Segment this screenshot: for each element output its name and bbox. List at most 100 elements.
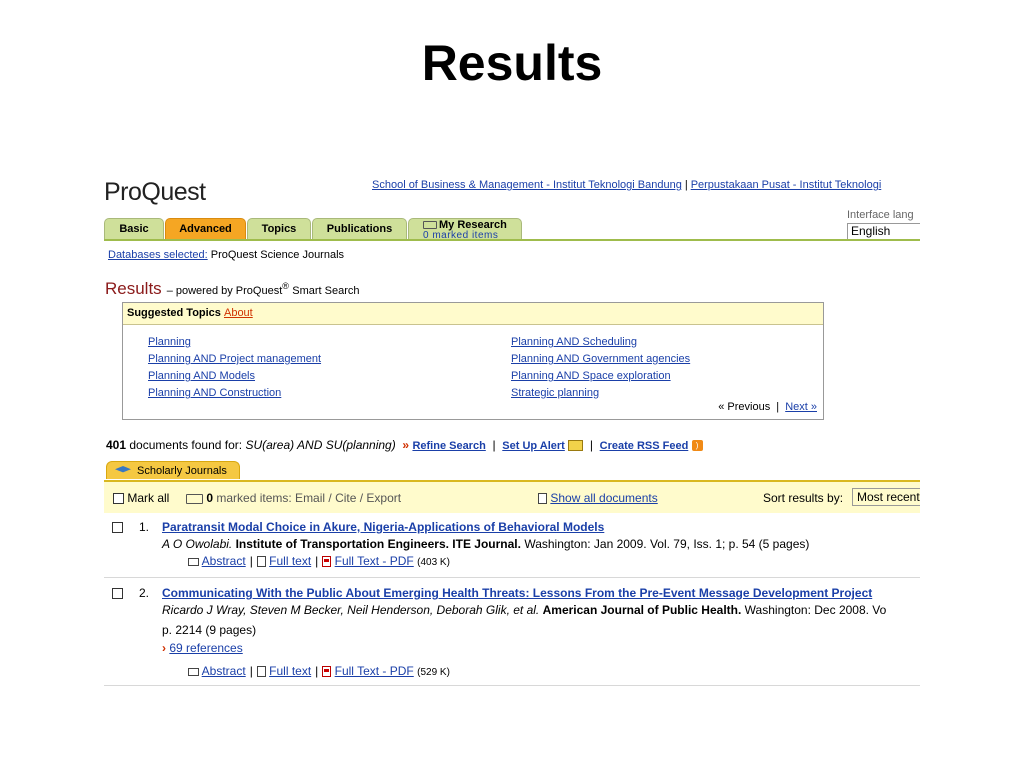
pager-separator: | [776, 401, 780, 413]
full-text-pdf-link[interactable]: Full Text - PDF [335, 554, 414, 568]
set-up-alert-link[interactable]: Set Up Alert [502, 440, 565, 452]
show-all-documents-link[interactable]: Show all documents [550, 491, 657, 505]
slide-title: Results [421, 35, 603, 91]
source-tab-label: Scholarly Journals [137, 465, 227, 477]
references-link[interactable]: 69 references [169, 641, 242, 655]
smart-search-label: Smart Search [292, 285, 360, 297]
previous-label: « Previous [718, 401, 771, 413]
refine-arrow-icon: » [402, 438, 410, 452]
result-number: 1. [139, 520, 150, 534]
databases-selected-value: ProQuest Science Journals [210, 249, 345, 261]
mark-all-label: Mark all [127, 491, 170, 505]
mark-all-checkbox[interactable] [113, 493, 124, 505]
suggested-topic-link[interactable]: Strategic planning [511, 385, 690, 402]
document-icon [538, 493, 547, 505]
result-number: 2. [139, 586, 150, 600]
result-title-link[interactable]: Paratransit Modal Choice in Akure, Niger… [162, 519, 920, 536]
suggested-topic-link[interactable]: Planning AND Scheduling [511, 334, 690, 351]
suggested-topic-link[interactable]: Planning AND Construction [148, 385, 321, 402]
full-text-icon [256, 556, 266, 568]
result-divider [104, 685, 920, 686]
folder-icon [186, 493, 203, 504]
suggested-topic-link[interactable]: Planning AND Government agencies [511, 351, 690, 368]
marked-items-export: 0 marked items: Email / Cite / Export [186, 491, 401, 505]
suggested-topics-right: Planning AND Scheduling Planning AND Gov… [511, 334, 690, 402]
graduation-cap-icon [115, 466, 131, 473]
summary-separator: | [492, 438, 496, 452]
result-checkbox[interactable] [112, 522, 123, 533]
results-toolbar: Mark all 0 marked items: Email / Cite / … [104, 480, 920, 513]
result-body: Paratransit Modal Choice in Akure, Niger… [162, 519, 920, 571]
suggested-topic-link[interactable]: Planning [148, 334, 321, 351]
mark-all: Mark all [113, 491, 169, 505]
result-details: Washington: Dec 2008. Vo [744, 603, 887, 617]
proquest-screenshot: ProQuest School of Business & Management… [104, 175, 920, 690]
language-select[interactable]: English [847, 223, 920, 240]
result-journal: American Journal of Public Health. [542, 603, 742, 617]
result-format-links: Abstract | Full text | Full Text - PDF (40… [162, 553, 920, 571]
suggested-topic-link[interactable]: Planning AND Project management [148, 351, 321, 368]
pdf-icon [322, 556, 332, 568]
result-2-extra: p. 2214 (9 pages) › 69 references Abstra… [162, 622, 450, 681]
tab-topics[interactable]: Topics [247, 218, 311, 239]
pdf-size: (403 K) [417, 557, 450, 568]
result-format-links: Abstract | Full text | Full Text - PDF (52… [162, 663, 450, 681]
suggested-topics-left: Planning Planning AND Project management… [148, 334, 321, 402]
folder-icon [423, 221, 437, 230]
proquest-logo: ProQuest [104, 178, 206, 206]
abstract-icon [188, 557, 199, 566]
institution-link-sbm[interactable]: School of Business & Management - Instit… [372, 179, 682, 191]
result-title-link[interactable]: Communicating With the Public About Emer… [162, 585, 920, 602]
tab-underline [104, 239, 920, 241]
databases-selected-link[interactable]: Databases selected: [108, 249, 208, 261]
next-link[interactable]: Next » [785, 401, 817, 413]
tab-my-research[interactable]: My Research 0 marked items [408, 218, 522, 241]
marked-count: 0 [206, 491, 214, 505]
result-details: Washington: Jan 2009. Vol. 79, Iss. 1; p… [524, 537, 810, 551]
result-item-1: 1. Paratransit Modal Choice in Akure, Ni… [104, 519, 920, 573]
suggested-topics-box: Suggested Topics About Planning Planning… [122, 302, 824, 420]
refine-search-link[interactable]: Refine Search [412, 440, 485, 452]
suggested-topic-link[interactable]: Planning AND Models [148, 368, 321, 385]
result-author: Ricardo J Wray, Steven M Becker, Neil He… [162, 603, 540, 617]
powered-by: – powered by ProQuest [166, 285, 283, 297]
found-text: documents found for: [129, 438, 243, 452]
result-checkbox[interactable] [112, 588, 123, 599]
suggested-topic-link[interactable]: Planning AND Space exploration [511, 368, 690, 385]
suggested-topics-header: Suggested Topics About [123, 303, 823, 325]
search-query: SU(area) AND SU(planning) [245, 438, 396, 452]
tab-basic[interactable]: Basic [104, 218, 164, 239]
institution-links: School of Business & Management - Instit… [372, 179, 881, 191]
full-text-pdf-link[interactable]: Full Text - PDF [335, 664, 414, 678]
result-body: Communicating With the Public About Emer… [162, 585, 920, 619]
interface-language-label: Interface lang [847, 209, 914, 221]
full-text-icon [256, 666, 266, 678]
result-citation: Ricardo J Wray, Steven M Becker, Neil He… [162, 602, 920, 619]
result-journal: Institute of Transportation Engineers. I… [235, 537, 521, 551]
result-citation: A O Owolabi. Institute of Transportation… [162, 536, 920, 553]
full-text-link[interactable]: Full text [269, 554, 311, 568]
show-all-documents: Show all documents [538, 491, 658, 505]
about-link[interactable]: About [224, 307, 253, 319]
registered-mark: ® [282, 281, 289, 291]
pdf-icon [322, 666, 332, 678]
sort-label: Sort results by: [763, 491, 844, 505]
abstract-link[interactable]: Abstract [202, 554, 246, 568]
result-details-continued: p. 2214 (9 pages) [162, 623, 257, 637]
tab-publications[interactable]: Publications [312, 218, 407, 239]
source-tab-scholarly-journals[interactable]: Scholarly Journals [106, 461, 240, 479]
marked-items-text[interactable]: marked items: Email / Cite / Export [216, 491, 401, 505]
results-heading: Results – powered by ProQuest® Smart Sear… [105, 279, 360, 299]
abstract-link[interactable]: Abstract [202, 664, 246, 678]
institution-link-library[interactable]: Perpustakaan Pusat - Institut Teknologi [691, 179, 882, 191]
abstract-icon [188, 667, 199, 676]
results-heading-title: Results [105, 279, 162, 298]
summary-separator: | [589, 438, 593, 452]
full-text-link[interactable]: Full text [269, 664, 311, 678]
results-summary: 401 documents found for: SU(area) AND SU… [106, 438, 703, 452]
create-rss-feed-link[interactable]: Create RSS Feed [600, 440, 689, 452]
pdf-size: (529 K) [417, 667, 450, 678]
sort-select[interactable]: Most recent [852, 488, 920, 506]
result-divider [104, 577, 920, 578]
tab-advanced[interactable]: Advanced [165, 218, 246, 239]
